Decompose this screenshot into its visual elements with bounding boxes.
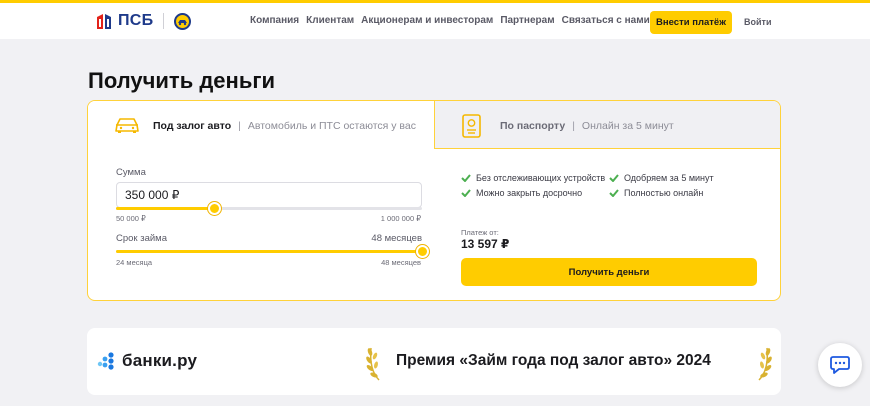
check-icon	[609, 174, 619, 182]
amount-min-label: 50 000 ₽	[116, 214, 146, 223]
nav-item-partners[interactable]: Партнерам	[500, 15, 554, 26]
psb-logo[interactable]: ПСБ	[96, 12, 192, 30]
check-icon	[461, 174, 471, 182]
payment-label: Платеж от:	[461, 228, 499, 237]
payment-value: 13 597 ₽	[461, 237, 510, 251]
tab-passport-label: По паспорту	[500, 120, 566, 132]
chat-button[interactable]	[818, 343, 862, 387]
laurel-right-icon	[758, 347, 772, 381]
tab-passport-subtitle: Онлайн за 5 минут	[581, 120, 674, 132]
check-icon	[461, 189, 471, 197]
term-slider-handle[interactable]	[415, 245, 429, 258]
term-slider-fill	[116, 250, 422, 253]
tab-passport-separator: |	[572, 120, 575, 132]
feature-item: Можно закрыть досрочно	[461, 188, 582, 198]
chat-icon	[830, 356, 850, 374]
amount-slider-handle[interactable]	[207, 202, 221, 215]
laurel-left-icon	[366, 347, 380, 381]
tab-passport[interactable]: По паспорту | Онлайн за 5 минут	[434, 101, 780, 149]
check-icon	[609, 189, 619, 197]
term-min-label: 24 месяца	[116, 258, 153, 267]
car-icon	[115, 118, 139, 133]
term-max-label: 48 месяцев	[381, 258, 421, 267]
amount-label: Сумма	[116, 167, 146, 178]
logo-text: ПСБ	[118, 12, 154, 29]
nav-item-contact[interactable]: Связаться с нами	[562, 15, 650, 26]
amount-slider-fill	[116, 207, 214, 210]
nav-item-company[interactable]: Компания	[250, 15, 299, 26]
feature-item: Без отслеживающих устройств	[461, 173, 605, 183]
partner-badge-icon	[174, 12, 192, 30]
tab-auto-separator: |	[238, 120, 241, 132]
banki-ru-icon	[97, 352, 114, 370]
banki-ru-logo[interactable]: банки.ру	[97, 351, 197, 371]
login-link[interactable]: Войти	[744, 17, 771, 27]
passport-icon	[462, 114, 481, 138]
logo-divider	[163, 13, 165, 29]
main-nav: Компания Клиентам Акционерам и инвестора…	[250, 15, 650, 26]
nav-item-clients[interactable]: Клиентам	[306, 15, 354, 26]
amount-input[interactable]: 350 000 ₽	[116, 182, 422, 208]
loan-calculator-card: Под залог авто | Автомобиль и ПТС остают…	[87, 100, 781, 301]
nav-item-investors[interactable]: Акционерам и инвесторам	[361, 15, 493, 26]
site-header: ПСБ Компания Клиентам Акционерам и инвес…	[0, 3, 870, 39]
amount-max-label: 1 000 000 ₽	[380, 214, 421, 223]
term-label: Срок займа	[116, 233, 167, 244]
award-banner: банки.ру Премия «Займ года под залог авт…	[87, 328, 781, 395]
banki-ru-text: банки.ру	[122, 351, 198, 370]
psb-logo-icon	[97, 13, 111, 29]
tab-auto-collateral[interactable]: Под залог авто | Автомобиль и ПТС остают…	[88, 101, 434, 149]
make-payment-button[interactable]: Внести платёж	[650, 11, 732, 34]
get-money-button[interactable]: Получить деньги	[461, 258, 757, 286]
term-value: 48 месяцев	[371, 233, 422, 244]
award-title: Премия «Займ года под залог авто» 2024	[396, 352, 711, 369]
tab-auto-label: Под залог авто	[153, 120, 232, 132]
page-title: Получить деньги	[88, 68, 276, 93]
feature-item: Полностью онлайн	[609, 188, 703, 198]
feature-item: Одобряем за 5 минут	[609, 173, 714, 183]
tab-auto-subtitle: Автомобиль и ПТС остаются у вас	[247, 120, 416, 132]
